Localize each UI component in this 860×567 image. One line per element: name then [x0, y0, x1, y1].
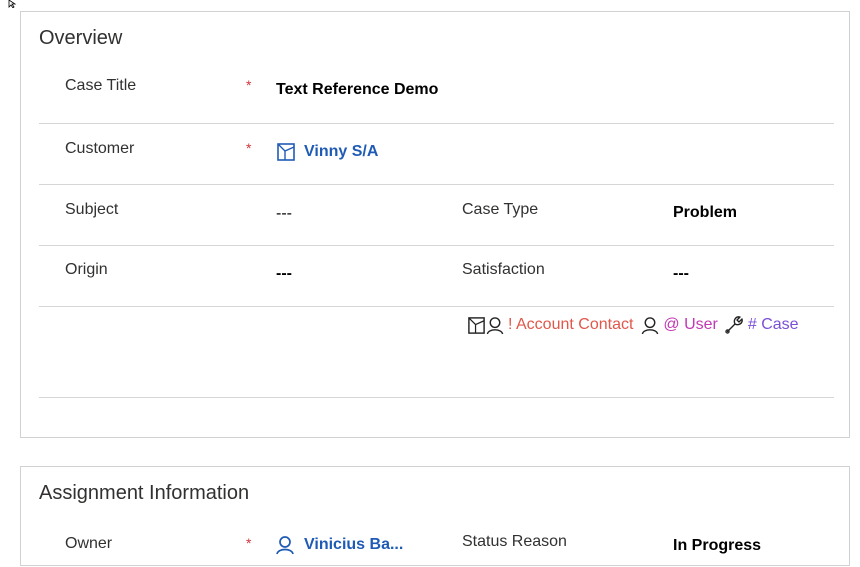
required-mark: *	[246, 77, 252, 93]
assignment-title: Assignment Information	[39, 482, 250, 504]
subject-row: Subject --- Case Type Problem	[39, 185, 834, 246]
case-reference[interactable]: # Case	[748, 316, 799, 334]
user-icon	[642, 316, 659, 334]
references-line: ! Account Contact @ User # Case	[467, 315, 799, 335]
subject-label: Subject	[65, 201, 119, 218]
subject-field[interactable]: ---	[276, 205, 292, 223]
case-type-label: Case Type	[462, 201, 539, 218]
mouse-cursor-icon	[8, 0, 17, 8]
wrench-icon	[725, 316, 743, 334]
status-reason-field[interactable]: In Progress	[673, 537, 761, 555]
references-row: ! Account Contact @ User # Case	[39, 307, 834, 398]
customer-label: Customer	[65, 140, 135, 157]
case-type-field[interactable]: Problem	[673, 204, 737, 222]
overview-title: Overview	[39, 27, 123, 49]
overview-section: Overview Case Title * Text Reference Dem…	[20, 11, 850, 438]
assignment-section: Assignment Information Owner * Vinicius …	[20, 466, 850, 566]
owner-lookup[interactable]: Vinicius Ba...	[276, 535, 403, 555]
required-mark: *	[246, 535, 252, 551]
case-title-field[interactable]: Text Reference Demo	[276, 81, 438, 99]
customer-row: Customer * Vinny S/A	[39, 124, 834, 185]
origin-label: Origin	[65, 261, 108, 278]
owner-link[interactable]: Vinicius Ba...	[304, 536, 403, 554]
required-mark: *	[246, 140, 252, 156]
user-reference[interactable]: @ User	[663, 316, 717, 334]
origin-field[interactable]: ---	[276, 265, 292, 283]
account-contact-reference[interactable]: ! Account Contact	[508, 316, 633, 334]
status-reason-label: Status Reason	[462, 533, 567, 550]
customer-lookup[interactable]: Vinny S/A	[276, 142, 378, 162]
owner-row: Owner * Vinicius Ba... Status Reason In …	[39, 527, 834, 567]
user-icon	[276, 536, 294, 555]
case-title-row: Case Title * Text Reference Demo	[39, 67, 834, 124]
account-icon	[277, 143, 295, 161]
owner-label: Owner	[65, 535, 113, 552]
contact-icon	[486, 316, 504, 334]
satisfaction-field[interactable]: ---	[673, 265, 689, 283]
customer-link[interactable]: Vinny S/A	[304, 143, 378, 161]
origin-row: Origin --- Satisfaction ---	[39, 246, 834, 307]
account-icon	[468, 316, 485, 334]
satisfaction-label: Satisfaction	[462, 261, 545, 278]
case-title-label: Case Title	[65, 77, 137, 94]
